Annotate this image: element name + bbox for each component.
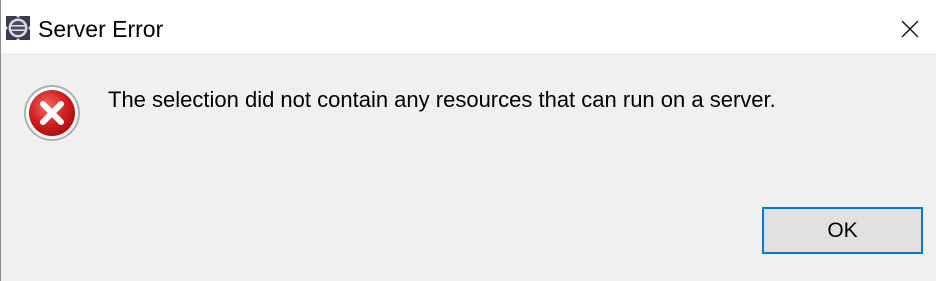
error-icon — [22, 83, 82, 143]
window-title: Server Error — [38, 16, 164, 42]
eclipse-app-icon — [6, 16, 30, 40]
title-bar[interactable]: Server Error — [1, 0, 936, 53]
error-message: The selection did not contain any resour… — [108, 87, 776, 112]
close-button[interactable] — [883, 8, 935, 48]
server-error-dialog: Server Error The selection did not conta… — [0, 0, 936, 281]
ok-button[interactable]: OK — [762, 207, 923, 254]
close-icon — [901, 20, 919, 38]
